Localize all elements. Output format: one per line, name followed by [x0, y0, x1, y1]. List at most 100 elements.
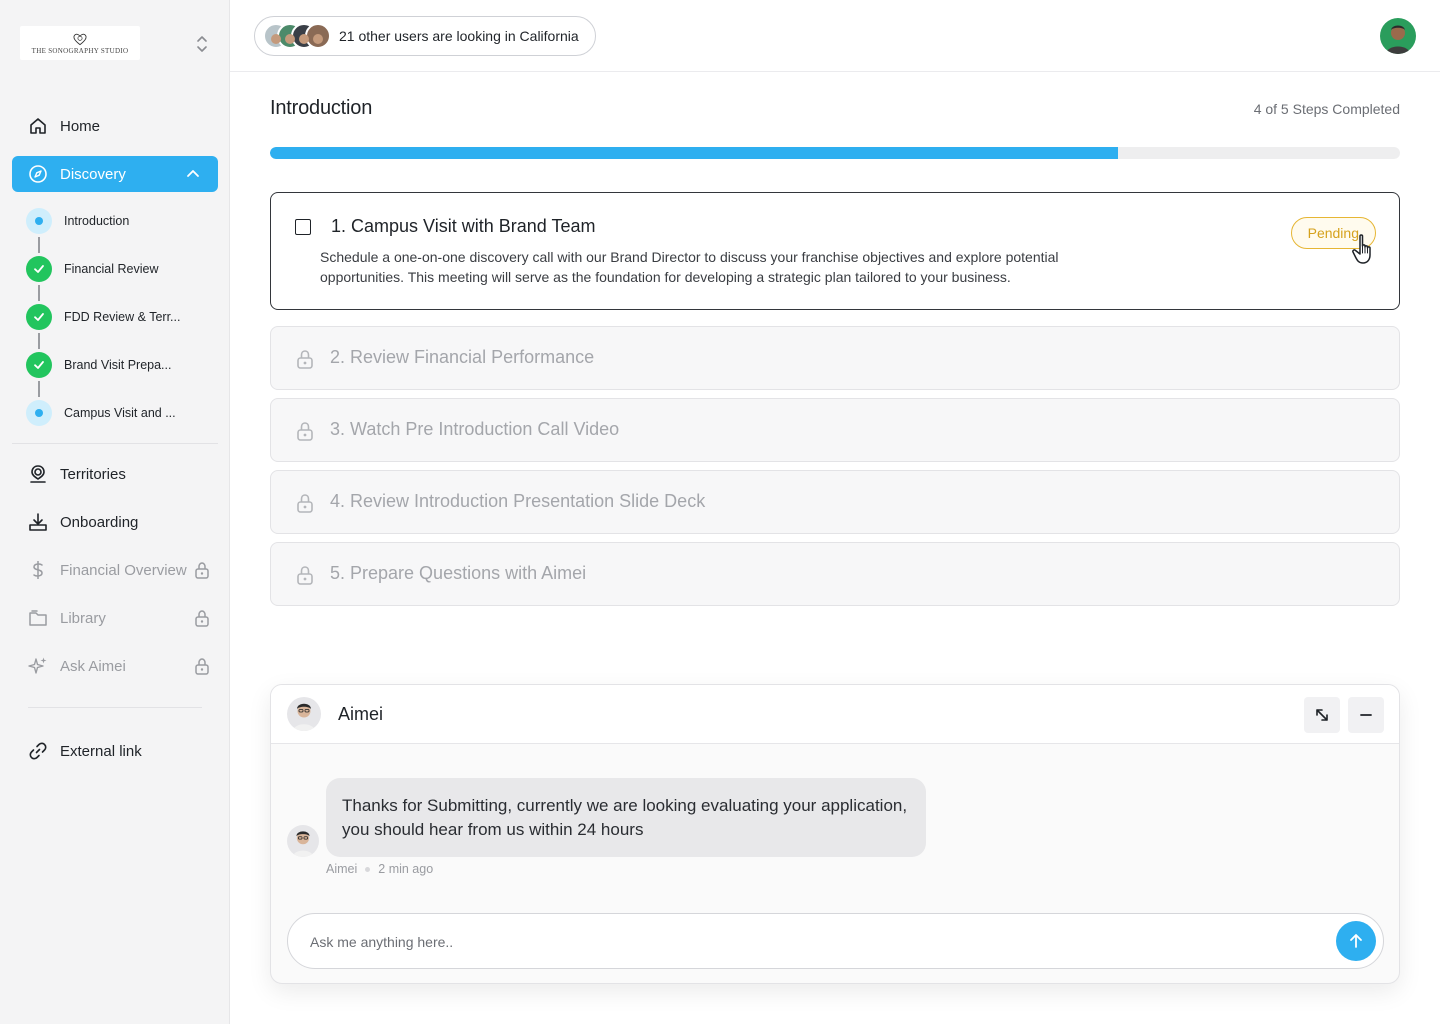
assistant-avatar [287, 697, 321, 731]
step-campus-visit[interactable]: Campus Visit and ... [26, 400, 216, 448]
step-label: Campus Visit and ... [64, 406, 176, 420]
nav-item-label: External link [60, 742, 142, 760]
minus-icon [1360, 714, 1372, 716]
current-step-dot-icon [26, 400, 52, 426]
step-financial-review[interactable]: Financial Review [26, 256, 216, 304]
hand-pointer-cursor-icon [1352, 234, 1371, 264]
nav-item-ask-aimei[interactable]: Ask Aimei [12, 648, 218, 684]
check-circle-icon [26, 352, 52, 378]
check-circle-icon [26, 304, 52, 330]
viewers-text: 21 other users are looking in California [339, 28, 579, 44]
progress-fill [270, 147, 1118, 159]
task-card-locked: 2. Review Financial Performance [270, 326, 1400, 390]
message-sender: Aimei [326, 862, 358, 876]
download-tray-icon [28, 512, 48, 532]
nav-item-territories[interactable]: Territories [12, 456, 218, 492]
arrow-up-icon [1350, 934, 1362, 948]
task-checkbox[interactable] [295, 219, 311, 235]
nav-item-discovery[interactable]: Discovery [12, 156, 218, 192]
step-connector [38, 237, 40, 253]
nav-item-financial-overview[interactable]: Financial Overview [12, 552, 218, 588]
page-title: Introduction [270, 97, 373, 119]
chat-title: Aimei [338, 704, 384, 724]
nav-item-library[interactable]: Library [12, 600, 218, 636]
sidebar-divider [12, 443, 218, 444]
discovery-steps: Introduction Financial Review FDD Review… [26, 208, 216, 448]
nav-item-label: Ask Aimei [60, 657, 126, 675]
message-avatar [287, 825, 319, 857]
nav-item-label: Home [60, 117, 101, 135]
task-title: 2. Review Financial Performance [330, 347, 595, 367]
sidebar: THE SONOGRAPHY STUDIO Home Discovery Int… [0, 0, 230, 1024]
workspace-switcher-icon[interactable] [194, 34, 210, 54]
step-fdd-review[interactable]: FDD Review & Terr... [26, 304, 216, 352]
brand-row: THE SONOGRAPHY STUDIO [20, 26, 220, 62]
chat-widget: Aimei Thanks for Submitting, currently w… [270, 684, 1400, 984]
lock-icon [195, 610, 209, 627]
message-meta: Aimei 2 min ago [326, 862, 433, 876]
chat-input-box [287, 913, 1384, 969]
chevron-up-icon[interactable] [186, 167, 200, 181]
chat-input[interactable] [310, 930, 1290, 954]
task-card-locked: 5. Prepare Questions with Aimei [270, 542, 1400, 606]
task-title: 3. Watch Pre Introduction Call Video [330, 419, 620, 439]
step-label: Introduction [64, 214, 130, 228]
map-user-icon [28, 464, 48, 484]
message-bubble: Thanks for Submitting, currently we are … [326, 778, 926, 857]
lock-icon [195, 562, 209, 579]
task-title: 5. Prepare Questions with Aimei [330, 563, 587, 583]
step-introduction[interactable]: Introduction [26, 208, 216, 256]
task-card-locked: 4. Review Introduction Presentation Slid… [270, 470, 1400, 534]
lock-icon [297, 566, 313, 585]
user-avatar-image [1386, 25, 1410, 54]
lock-icon [195, 658, 209, 675]
brand-logo-text: THE SONOGRAPHY STUDIO [31, 46, 129, 55]
chat-header: Aimei [271, 685, 1399, 744]
nav-item-label: Territories [60, 465, 126, 483]
expand-button[interactable] [1304, 697, 1340, 733]
viewers-pill[interactable]: 21 other users are looking in California [254, 16, 596, 56]
meta-separator [365, 866, 371, 872]
step-label: Financial Review [64, 262, 159, 276]
step-label: FDD Review & Terr... [64, 310, 181, 324]
step-connector [38, 381, 40, 397]
viewer-avatar [305, 23, 331, 49]
lock-icon [297, 422, 313, 441]
nav-item-external-link[interactable]: External link [12, 733, 218, 769]
nav-item-onboarding[interactable]: Onboarding [12, 504, 218, 540]
task-description: Schedule a one-on-one discovery call wit… [320, 249, 1059, 285]
viewer-avatars [263, 23, 331, 49]
lock-icon [297, 350, 313, 369]
compass-icon [28, 164, 48, 184]
nav-item-label: Library [60, 609, 106, 627]
check-circle-icon [26, 256, 52, 282]
home-icon [28, 116, 48, 136]
expand-diagonal-icon [1316, 709, 1328, 721]
minimize-button[interactable] [1348, 697, 1384, 733]
folder-icon [28, 608, 48, 628]
send-button[interactable] [1336, 921, 1376, 961]
task-card-campus-visit[interactable]: 1. Campus Visit with Brand Team Schedule… [270, 192, 1400, 310]
user-avatar[interactable] [1380, 18, 1416, 54]
nav-item-home[interactable]: Home [12, 108, 218, 144]
progress-bar [270, 147, 1400, 159]
heart-logo-icon [73, 33, 87, 45]
nav-item-label: Discovery [60, 165, 126, 183]
step-connector [38, 285, 40, 301]
topbar: 21 other users are looking in California [230, 0, 1440, 72]
task-title: 4. Review Introduction Presentation Slid… [330, 491, 706, 511]
lock-icon [297, 494, 313, 513]
sparkle-icon [28, 656, 48, 676]
task-card-locked: 3. Watch Pre Introduction Call Video [270, 398, 1400, 462]
progress-text: 4 of 5 Steps Completed [1253, 101, 1400, 117]
current-step-dot-icon [26, 208, 52, 234]
task-title: 1. Campus Visit with Brand Team [331, 216, 596, 236]
nav-item-label: Onboarding [60, 513, 139, 531]
step-brand-visit[interactable]: Brand Visit Prepa... [26, 352, 216, 400]
message-time: 2 min ago [378, 862, 434, 876]
brand-logo[interactable]: THE SONOGRAPHY STUDIO [20, 26, 140, 60]
sidebar-divider [28, 707, 202, 708]
nav-item-label: Financial Overview [60, 561, 187, 579]
step-connector [38, 333, 40, 349]
dollar-icon [28, 560, 48, 580]
